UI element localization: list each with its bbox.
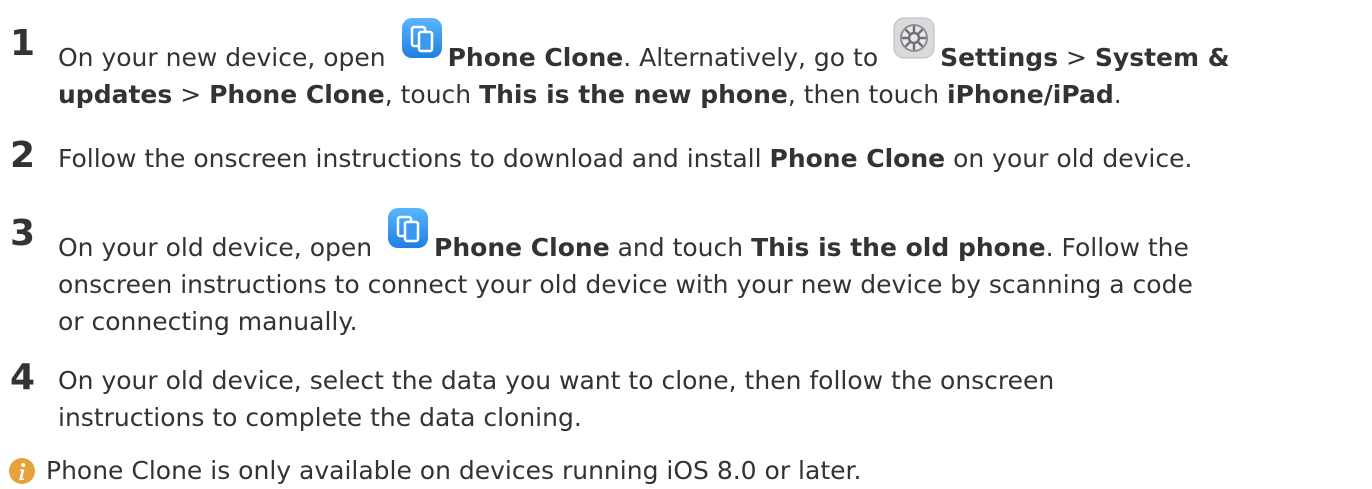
step-text: On your new device, open Phone Clone. Al… xyxy=(58,17,1372,113)
step-4-line-1: On your old device, select the data you … xyxy=(58,366,1055,395)
step-3-line-1: On your old device, open Phone Clone and… xyxy=(58,208,1372,266)
text-run: On your old device, open xyxy=(58,233,381,262)
step-3-line-3: or connecting manually. xyxy=(58,307,358,336)
step-number: 1 xyxy=(10,23,36,64)
step-text: On your old device, open Phone Clone and… xyxy=(58,208,1372,340)
ui-term: Phone Clone xyxy=(769,144,946,173)
text-run: . Follow the xyxy=(1045,233,1189,262)
text-run: . xyxy=(1113,80,1122,109)
step-1-line-1: On your new device, open Phone Clone. Al… xyxy=(58,17,1372,76)
text-run: on your old device. xyxy=(945,144,1193,173)
step-text: Follow the onscreen instructions to down… xyxy=(58,140,1372,177)
ui-term: System & xyxy=(1094,43,1230,72)
note-text: Phone Clone is only available on devices… xyxy=(46,456,862,485)
step-2-line-1: Follow the onscreen instructions to down… xyxy=(58,140,1372,177)
settings-gear-icon xyxy=(893,17,935,59)
step-4-line-2: instructions to complete the data clonin… xyxy=(58,403,582,432)
ui-term: iPhone/iPad xyxy=(947,80,1114,109)
text-run: . Alternatively, go to xyxy=(623,43,887,72)
info-icon xyxy=(9,458,35,484)
step-number: 4 xyxy=(10,357,36,398)
ui-term: Phone Clone xyxy=(209,80,385,109)
step-text: On your old device, select the data you … xyxy=(58,362,1372,436)
ui-term: Phone Clone xyxy=(434,233,610,262)
text-run: Follow the onscreen instructions to down… xyxy=(58,144,770,173)
step-number: 2 xyxy=(10,135,36,176)
phone-clone-app-icon xyxy=(388,208,429,248)
ui-term: This is the old phone xyxy=(751,233,1046,262)
step-3-line-2: onscreen instructions to connect your ol… xyxy=(58,270,1193,299)
ui-term: updates xyxy=(58,80,173,109)
step-number: 3 xyxy=(10,213,36,254)
text-run: , touch xyxy=(384,80,480,109)
text-run: , then touch xyxy=(787,80,948,109)
phone-clone-app-icon xyxy=(401,18,442,58)
step-1-line-2: updates > Phone Clone, touch This is the… xyxy=(58,76,1372,113)
text-run: On your new device, open xyxy=(58,43,394,72)
ui-term: This is the new phone xyxy=(479,80,788,109)
ui-term: Settings xyxy=(940,43,1059,72)
text-run: and touch xyxy=(609,233,752,262)
ui-term: Phone Clone xyxy=(447,43,624,72)
instruction-page: 1 On your new device, open Phone Clone. … xyxy=(0,0,1372,489)
text-run: > xyxy=(172,80,210,109)
text-run: > xyxy=(1058,43,1095,72)
